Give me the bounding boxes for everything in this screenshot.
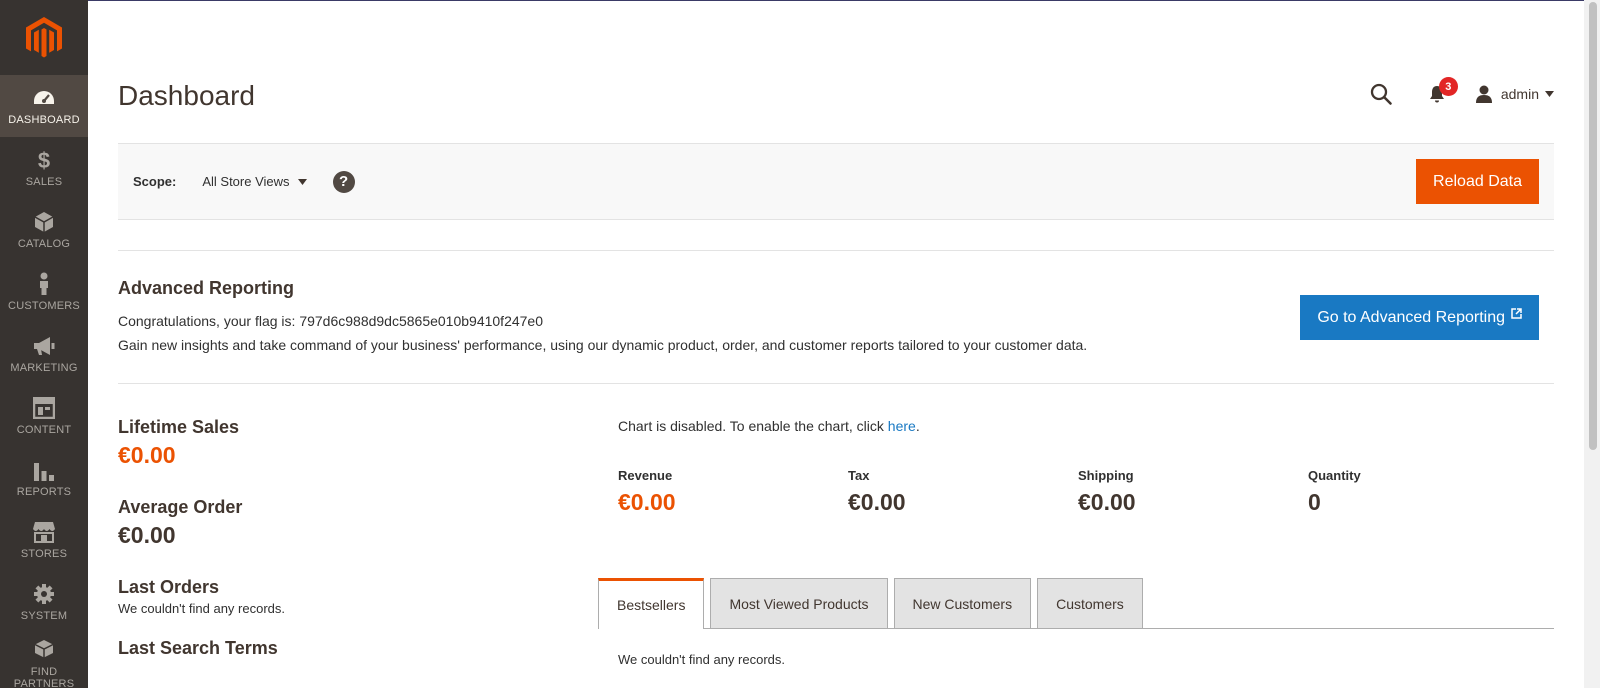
- sidebar-item-label: REPORTS: [16, 486, 72, 498]
- sidebar-item-reports[interactable]: REPORTS: [0, 447, 88, 509]
- lifetime-sales-label: Lifetime Sales: [118, 417, 240, 437]
- layout-icon: [33, 396, 55, 420]
- chevron-down-icon: [297, 178, 307, 185]
- lifetime-sales: Lifetime Sales €0.00: [118, 417, 538, 469]
- user-icon: [1475, 85, 1492, 103]
- page-scrollbar[interactable]: [1584, 0, 1600, 688]
- chevron-down-icon: [1545, 91, 1554, 97]
- admin-sidebar: DASHBOARD $ SALES CATALOG CUSTOMERS MARK…: [0, 0, 88, 688]
- totals-row: Revenue €0.00 Tax €0.00 Shipping €0.00 Q…: [618, 468, 1538, 516]
- go-to-advanced-reporting-button[interactable]: Go to Advanced Reporting: [1300, 295, 1539, 340]
- total-label: Revenue: [618, 468, 673, 483]
- cube-icon: [33, 210, 55, 234]
- notification-count-badge: 3: [1438, 77, 1458, 96]
- chart-disabled-suffix: .: [915, 418, 920, 434]
- sidebar-item-catalog[interactable]: CATALOG: [0, 199, 88, 261]
- boxes-icon: [32, 638, 56, 662]
- bar-chart-icon: [33, 458, 55, 482]
- total-shipping: Shipping €0.00: [1078, 468, 1308, 516]
- sidebar-item-marketing[interactable]: MARKETING: [0, 323, 88, 385]
- last-orders-label: Last Orders: [118, 577, 220, 597]
- megaphone-icon: [32, 334, 56, 358]
- sidebar-item-label: FIND PARTNERS: [13, 666, 75, 688]
- scope-label: Scope:: [133, 174, 177, 189]
- total-value: €0.00: [1078, 489, 1136, 515]
- last-orders-empty: We couldn't find any records.: [118, 601, 285, 616]
- notifications-button[interactable]: 3: [1423, 77, 1458, 108]
- tab-most-viewed-products[interactable]: Most Viewed Products: [710, 578, 888, 628]
- tab-customers[interactable]: Customers: [1037, 578, 1143, 628]
- total-tax: Tax €0.00: [848, 468, 1078, 516]
- page-title: Dashboard: [118, 80, 255, 111]
- header-actions: 3 admin: [1367, 77, 1554, 108]
- user-name: admin: [1500, 86, 1539, 102]
- storefront-icon: [32, 520, 56, 544]
- sidebar-item-label: SALES: [25, 176, 63, 188]
- sidebar-item-label: DASHBOARD: [8, 114, 80, 126]
- external-link-icon: [1511, 308, 1522, 319]
- sidebar-item-label: STORES: [20, 548, 68, 560]
- sidebar-item-system[interactable]: SYSTEM: [0, 571, 88, 633]
- tab-new-customers[interactable]: New Customers: [893, 578, 1032, 628]
- sidebar-item-content[interactable]: CONTENT: [0, 385, 88, 447]
- store-scope-bar: Scope: All Store Views ? Reload Data: [118, 143, 1554, 220]
- total-revenue: Revenue €0.00: [618, 468, 848, 516]
- total-value: €0.00: [848, 489, 906, 515]
- sidebar-item-sales[interactable]: $ SALES: [0, 137, 88, 199]
- divider: [118, 383, 1554, 384]
- last-orders: Last Orders We couldn't find any records…: [118, 577, 538, 616]
- dollar-icon: $: [36, 148, 52, 172]
- svg-text:$: $: [38, 148, 50, 172]
- sidebar-item-label: CONTENT: [16, 424, 72, 436]
- sidebar-item-stores[interactable]: STORES: [0, 509, 88, 571]
- scrollbar-thumb[interactable]: [1589, 2, 1597, 450]
- advanced-reporting-section: Advanced Reporting Congratulations, your…: [118, 278, 1554, 353]
- total-value: 0: [1308, 489, 1321, 515]
- average-order-value: €0.00: [118, 522, 176, 548]
- sidebar-item-label: MARKETING: [10, 362, 78, 374]
- sidebar-item-label: SYSTEM: [20, 610, 68, 622]
- help-icon[interactable]: ?: [332, 170, 355, 193]
- sidebar-item-dashboard[interactable]: DASHBOARD: [0, 75, 88, 137]
- chart-disabled-message: Chart is disabled. To enable the chart, …: [618, 418, 920, 434]
- total-value: €0.00: [618, 489, 676, 515]
- tab-bestsellers[interactable]: Bestsellers: [598, 578, 705, 629]
- sidebar-item-label: CUSTOMERS: [8, 300, 80, 312]
- lifetime-sales-value: €0.00: [118, 442, 176, 468]
- last-search-terms-label: Last Search Terms: [118, 638, 278, 658]
- scope-value: All Store Views: [202, 174, 290, 189]
- total-label: Quantity: [1308, 468, 1361, 483]
- dashboard-gauge-icon: [32, 86, 56, 110]
- store-view-switcher[interactable]: All Store Views: [202, 174, 307, 189]
- magento-logo[interactable]: [0, 0, 88, 75]
- admin-user-menu[interactable]: admin: [1475, 85, 1554, 103]
- average-order: Average Order €0.00: [118, 497, 538, 549]
- enable-chart-link[interactable]: here: [888, 418, 916, 434]
- dashboard-stats: Lifetime Sales €0.00 Average Order €0.00…: [118, 417, 538, 687]
- search-icon[interactable]: [1367, 80, 1395, 108]
- chart-disabled-text: Chart is disabled. To enable the chart, …: [618, 418, 888, 434]
- tab-empty-message: We couldn't find any records.: [618, 652, 785, 667]
- average-order-label: Average Order: [118, 497, 243, 517]
- gear-icon: [33, 582, 55, 606]
- total-label: Tax: [848, 468, 870, 483]
- dashboard-tabs: Bestsellers Most Viewed Products New Cus…: [598, 578, 1554, 629]
- person-icon: [36, 272, 52, 296]
- total-quantity: Quantity 0: [1308, 468, 1538, 516]
- main-content: Dashboard 3 admin Scope: All Store Views…: [88, 0, 1584, 688]
- last-search-terms: Last Search Terms: [118, 638, 538, 659]
- reload-data-button[interactable]: Reload Data: [1416, 159, 1539, 204]
- divider: [118, 250, 1554, 251]
- total-label: Shipping: [1078, 468, 1134, 483]
- sidebar-item-label: CATALOG: [17, 238, 71, 250]
- sidebar-item-customers[interactable]: CUSTOMERS: [0, 261, 88, 323]
- sidebar-item-find-partners[interactable]: FIND PARTNERS: [0, 633, 88, 688]
- button-label: Go to Advanced Reporting: [1317, 308, 1505, 326]
